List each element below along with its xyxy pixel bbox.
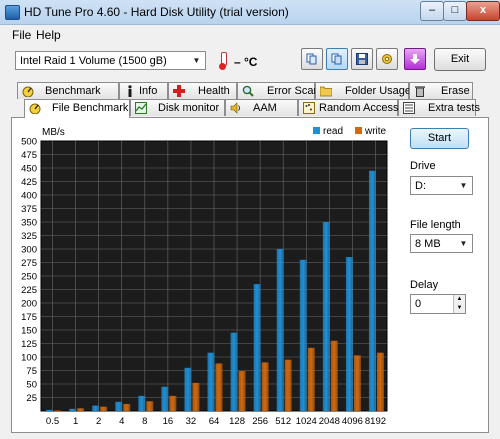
delay-spinner[interactable]: 0 ▲ ▼: [410, 294, 466, 314]
tab-info[interactable]: Info: [119, 82, 168, 99]
tab-benchmark[interactable]: Benchmark: [17, 82, 119, 99]
maximize-button[interactable]: □: [443, 1, 467, 21]
download-arrow-icon: [410, 54, 420, 64]
minimize-button[interactable]: –: [420, 1, 444, 21]
download-button[interactable]: [404, 48, 426, 70]
app-icon: [5, 5, 20, 20]
speaker-icon: [230, 102, 240, 114]
health-cross-icon: [173, 85, 185, 97]
delay-label: Delay: [410, 279, 439, 291]
title-bar: HD Tune Pro 4.60 - Hard Disk Utility (tr…: [0, 0, 500, 25]
menu-help[interactable]: Help: [36, 28, 61, 42]
start-button[interactable]: Start: [410, 128, 469, 149]
tab-extra-tests[interactable]: Extra tests: [398, 99, 480, 116]
drive-select-value: Intel Raid 1 Volume (1500 gB): [20, 55, 167, 67]
extra-tests-icon: [403, 102, 415, 114]
window-title: HD Tune Pro 4.60 - Hard Disk Utility (tr…: [24, 5, 289, 19]
copy-info-button[interactable]: [301, 48, 323, 70]
save-icon: [356, 53, 368, 65]
folder-icon: [320, 86, 332, 97]
menu-bar: File Help: [0, 25, 500, 43]
file-length-label: File length: [410, 219, 461, 231]
drive-combo[interactable]: D: ▼: [410, 176, 473, 195]
menu-file[interactable]: File: [12, 28, 31, 42]
tab-disk-monitor[interactable]: Disk monitor: [130, 99, 225, 116]
tab-erase[interactable]: Erase: [409, 82, 473, 99]
close-button[interactable]: x: [466, 1, 500, 21]
chevron-down-icon: ▼: [459, 239, 468, 248]
tab-folder-usage[interactable]: Folder Usage: [315, 82, 411, 99]
file-length-value: 8 MB: [415, 238, 441, 250]
chevron-down-icon: ▼: [192, 56, 201, 65]
info-icon: [128, 85, 132, 97]
drive-select[interactable]: Intel Raid 1 Volume (1500 gB) ▼: [15, 51, 206, 70]
thermometer-icon: [219, 52, 227, 70]
copy-icon: [306, 53, 317, 65]
options-button[interactable]: [376, 48, 398, 70]
drive-label: Drive: [410, 160, 436, 172]
drive-combo-value: D:: [415, 180, 426, 192]
tab-random-access[interactable]: Random Access: [298, 99, 398, 116]
spin-up-icon[interactable]: ▲: [453, 295, 465, 304]
file-benchmark-icon: [29, 103, 41, 114]
trash-icon: [415, 86, 425, 97]
chevron-down-icon: ▼: [459, 181, 468, 190]
copy-screenshot-button[interactable]: [326, 48, 348, 70]
copy-all-icon: [331, 53, 342, 65]
tab-error-scan[interactable]: Error Scan: [237, 82, 320, 99]
tab-health[interactable]: Health: [168, 82, 237, 99]
exit-button[interactable]: Exit: [434, 48, 486, 71]
file-length-combo[interactable]: 8 MB ▼: [410, 234, 473, 253]
delay-value: 0: [415, 298, 422, 310]
save-button[interactable]: [351, 48, 373, 70]
gauge-icon: [22, 86, 34, 97]
gear-icon: [382, 54, 392, 64]
tab-file-benchmark[interactable]: File Benchmark: [24, 99, 130, 118]
chart-icon: [135, 102, 147, 114]
spin-down-icon[interactable]: ▼: [453, 304, 465, 313]
random-access-icon: [303, 102, 315, 114]
temperature-readout: – °C: [234, 55, 258, 69]
magnifier-icon: [242, 85, 254, 97]
tab-aam[interactable]: AAM: [225, 99, 298, 116]
